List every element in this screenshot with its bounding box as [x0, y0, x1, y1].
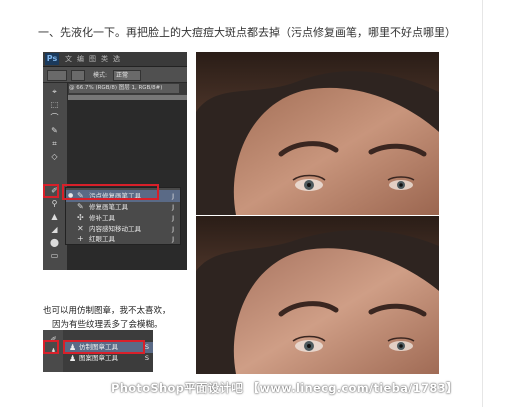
note-line-2: 因为有些纹理丢多了会模糊。 [52, 320, 163, 330]
flyout-item-red-eye[interactable]: + 红眼工具 J [66, 234, 180, 244]
brush-size-picker[interactable] [71, 70, 85, 81]
highlight-tool-box [43, 184, 59, 198]
highlight-stamp-menu-box [63, 340, 145, 354]
highlight-stamp-tool-box [43, 340, 59, 354]
gradient-tool-icon[interactable]: ⬤ [48, 237, 61, 248]
history-brush-tool-icon[interactable]: ▲ [48, 211, 61, 222]
ps-menu-item[interactable]: 图 [89, 54, 96, 64]
page-frame: 一、先液化一下。再把脸上的大痘痘大斑点都去掉（污点修复画笔，哪里不好点哪里） P… [0, 0, 483, 407]
menu-item-label: 图案图章工具 [79, 354, 118, 362]
quick-select-tool-icon[interactable]: ✎ [48, 125, 61, 136]
ps-menu-item[interactable]: 文 [65, 54, 72, 64]
photoshop-screenshot: Ps 文 编 图 类 选 模式: 正常 ⌖ ⬚ ⌒ ✎ ⌗ ◇ ✐ ⚲ ▲ ◢ … [43, 52, 187, 270]
ps-options-bar: 模式: 正常 [43, 67, 187, 83]
highlight-flyout-box [62, 184, 159, 200]
ps-document-tabbar: @ 66.7% (RGB/8) 图层 1, RGB/8#) [68, 83, 187, 94]
ps-ruler [68, 95, 187, 100]
portrait-after-image [196, 216, 439, 374]
marquee-tool-icon[interactable]: ⬚ [48, 99, 61, 110]
ps-menu-item[interactable]: 编 [77, 54, 84, 64]
ps-menu-item[interactable]: 选 [113, 54, 120, 64]
shortcut-key: S [144, 354, 149, 362]
stamp-tool-icon[interactable]: ⚲ [48, 198, 61, 209]
photo-after [196, 216, 439, 374]
eraser-tool-icon[interactable]: ◢ [48, 224, 61, 235]
pattern-stamp-icon: ♟ [69, 354, 77, 363]
step-heading: 一、先液化一下。再把脸上的大痘痘大斑点都去掉（污点修复画笔，哪里不好点哪里） [38, 26, 456, 39]
ps-document-tab[interactable]: @ 66.7% (RGB/8) 图层 1, RGB/8#) [69, 84, 179, 93]
mode-label: 模式: [93, 72, 108, 79]
flyout-item-label: 红眼工具 [89, 235, 115, 243]
crop-tool-icon[interactable]: ⌗ [48, 138, 61, 149]
brush-preset-picker[interactable] [47, 70, 67, 81]
red-eye-icon: + [77, 234, 84, 243]
mode-select-value: 正常 [116, 72, 129, 79]
portrait-before-image [196, 52, 439, 215]
eyedropper-tool-icon[interactable]: ◇ [48, 151, 61, 162]
ps-menubar: Ps 文 编 图 类 选 [43, 52, 187, 67]
note-line-1: 也可以用仿制图章，我不太喜欢， [43, 306, 171, 316]
lasso-tool-icon[interactable]: ⌒ [48, 112, 61, 123]
shortcut-key: J [172, 235, 174, 243]
blur-tool-icon[interactable]: ▭ [48, 250, 61, 261]
photo-before [196, 52, 439, 215]
menu-item-pattern-stamp[interactable]: ♟ 图案图章工具 S [65, 353, 153, 364]
shortcut-key: S [144, 343, 149, 351]
move-tool-icon[interactable]: ⌖ [48, 86, 61, 97]
mode-select[interactable]: 正常 [113, 70, 141, 81]
ps-menu-item[interactable]: 类 [101, 54, 108, 64]
site-watermark: PhotoShop平面设计吧 【www.linecg.com/tieba/178… [111, 381, 458, 395]
ps-logo: Ps [45, 53, 59, 65]
